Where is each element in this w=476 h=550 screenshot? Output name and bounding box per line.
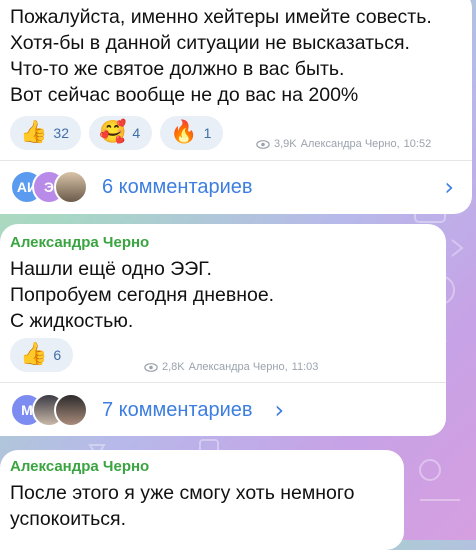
reactions-row: 👍 32 🥰 4 🔥 1 <box>10 116 224 150</box>
reaction-count: 32 <box>53 125 69 141</box>
reaction-count: 6 <box>53 347 62 363</box>
reaction-smiling-face-with-hearts[interactable]: 🥰 4 <box>88 116 153 150</box>
post-time: 11:03 <box>291 361 319 373</box>
post-text: Пожалуйста, именно хейтеры имейте совест… <box>10 6 432 106</box>
chevron-right-icon: › <box>274 396 285 424</box>
reaction-count: 4 <box>132 125 141 141</box>
thumbs-up-icon: 👍 <box>20 120 48 145</box>
post-meta: 2,8K Александра Черно, 11:03 <box>144 361 318 373</box>
comments-button[interactable]: М 7 комментариев › <box>0 390 446 430</box>
chevron-right-icon: › <box>444 173 454 201</box>
commenter-avatars: М <box>10 393 88 427</box>
post-meta: 3,9K Александра Черно, 10:52 <box>256 138 431 150</box>
comments-panel-1: АИ Э 6 комментариев › <box>0 160 472 214</box>
thumbs-up-icon: 👍 <box>20 342 48 367</box>
reaction-thumbs-up[interactable]: 👍 32 <box>10 116 81 150</box>
comments-count-label: 7 комментариев <box>102 398 253 421</box>
reaction-fire[interactable]: 🔥 1 <box>160 116 224 150</box>
comments-count-label: 6 комментариев <box>102 175 253 198</box>
channel-post-3: Александра Черно После этого я уже смогу… <box>0 450 404 550</box>
views-eye-icon <box>256 139 270 149</box>
divider <box>0 160 472 161</box>
post-author: Александра Черно, <box>300 138 400 150</box>
post-text: После этого я уже смогу хоть немного усп… <box>10 482 355 530</box>
post-text: Нашли ещё одно ЭЭГ. Попробуем сегодня дн… <box>10 258 275 332</box>
avatar-photo <box>54 170 88 204</box>
channel-post-2: Александра Черно Нашли ещё одно ЭЭГ. Поп… <box>0 224 446 436</box>
fire-icon: 🔥 <box>170 120 198 145</box>
commenter-avatars: АИ Э <box>10 170 88 204</box>
post-time: 10:52 <box>403 138 432 150</box>
sender-name[interactable]: Александра Черно <box>10 458 149 475</box>
comments-button[interactable]: АИ Э 6 комментариев › <box>0 168 472 206</box>
post-author: Александра Черно, <box>188 361 288 373</box>
sender-name[interactable]: Александра Черно <box>10 234 149 251</box>
reactions-row: 👍 6 <box>10 338 74 372</box>
views-count: 3,9K <box>274 138 297 150</box>
views-eye-icon <box>144 362 158 372</box>
avatar-photo <box>54 393 88 427</box>
views-count: 2,8K <box>162 361 185 373</box>
divider <box>0 382 446 383</box>
reaction-count: 1 <box>203 125 212 141</box>
reaction-thumbs-up[interactable]: 👍 6 <box>10 338 74 372</box>
smiling-face-with-hearts-icon: 🥰 <box>98 120 127 145</box>
